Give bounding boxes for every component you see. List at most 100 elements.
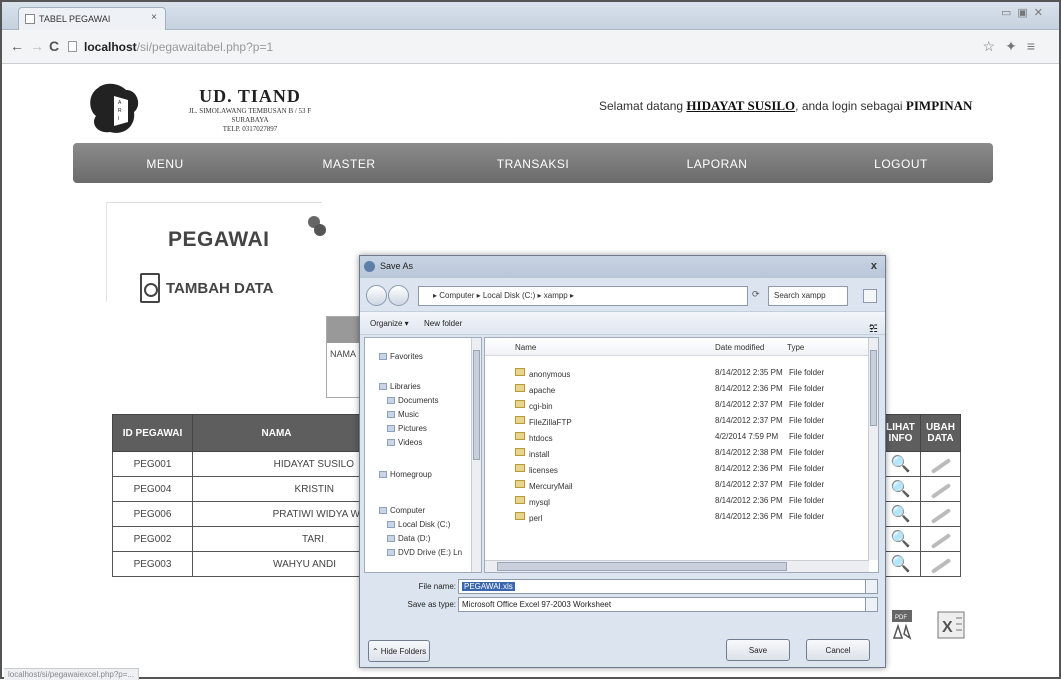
nav-documents[interactable]: Documents	[387, 396, 438, 405]
action-row: 🔍	[880, 501, 961, 527]
dialog-search-input[interactable]: Search xampp	[768, 286, 848, 306]
employee-table: ID PEGAWAI NAMA PEG001 HIDAYAT SUSILO PE…	[112, 414, 361, 577]
company-city: SURABAYA	[231, 116, 269, 124]
nav-libraries[interactable]: Libraries	[379, 382, 421, 391]
menu-item-transaksi[interactable]: TRANSAKSI	[441, 143, 625, 183]
search-go-icon[interactable]	[863, 289, 877, 303]
edit-pencil-icon[interactable]	[920, 451, 961, 477]
file-row[interactable]: mysql 8/14/2012 2:36 PM File folder	[485, 494, 869, 508]
menu-item-laporan[interactable]: LAPORAN	[625, 143, 809, 183]
menu-item-logout[interactable]: LOGOUT	[809, 143, 993, 183]
back-arrow-icon[interactable]: ←	[10, 38, 24, 54]
file-row[interactable]: apache 8/14/2012 2:36 PM File folder	[485, 382, 869, 396]
file-list-vscroll-thumb[interactable]	[870, 350, 877, 426]
minimize-icon[interactable]: ▭	[1001, 7, 1017, 19]
column-date[interactable]: Date modified	[715, 343, 764, 352]
organize-button[interactable]: Organize ▾	[370, 319, 409, 328]
action-header-row: LIHAT INFO UBAH DATA	[880, 414, 961, 452]
nav-computer[interactable]: Computer	[379, 506, 425, 515]
dialog-close-icon[interactable]: x	[871, 260, 877, 272]
save-type-select[interactable]: Microsoft Office Excel 97-2003 Worksheet	[458, 597, 878, 612]
nav-music[interactable]: Music	[387, 410, 419, 419]
nav-favorites[interactable]: Favorites	[379, 352, 423, 361]
search-panel: NAMA	[326, 316, 360, 398]
close-window-icon[interactable]: ✕	[1034, 7, 1049, 19]
dialog-buttons: ⌃ Hide Folders Save Cancel	[360, 628, 885, 668]
edit-pencil-icon[interactable]	[920, 551, 961, 577]
file-list-hscroll[interactable]	[485, 560, 869, 572]
file-row[interactable]: perl 8/14/2012 2:36 PM File folder	[485, 510, 869, 524]
cell-id: PEG001	[112, 451, 193, 477]
column-name[interactable]: Name	[515, 343, 536, 352]
file-name-input[interactable]: PEGAWAI.xls	[458, 579, 878, 594]
export-excel-icon[interactable]: X	[934, 608, 968, 644]
table-header-row: ID PEGAWAI NAMA	[112, 414, 361, 452]
file-list-vscroll[interactable]	[868, 338, 878, 560]
chevron-down-icon[interactable]	[865, 598, 877, 611]
view-info-icon[interactable]: 🔍	[880, 526, 921, 552]
window-controls[interactable]: ▭▣✕	[1001, 6, 1049, 19]
folder-icon	[515, 464, 525, 472]
cell-nama: PRATIWI WIDYA W	[192, 501, 361, 527]
svg-text:PDF: PDF	[895, 615, 907, 621]
folder-icon	[515, 368, 525, 376]
browser-tab[interactable]: TABEL PEGAWAI ×	[18, 7, 166, 30]
view-info-icon[interactable]: 🔍	[880, 551, 921, 577]
view-info-icon[interactable]: 🔍	[880, 476, 921, 502]
file-row[interactable]: MercuryMail 8/14/2012 2:37 PM File folder	[485, 478, 869, 492]
new-folder-button[interactable]: New folder	[424, 319, 462, 328]
view-info-icon[interactable]: 🔍	[880, 451, 921, 477]
nav-local-disk[interactable]: Local Disk (C:)	[387, 520, 450, 529]
nav-scroll-thumb[interactable]	[473, 350, 480, 460]
export-pdf-icon[interactable]: PDF	[888, 608, 922, 644]
nav-pictures[interactable]: Pictures	[387, 424, 427, 433]
tab-close-icon[interactable]: ×	[151, 12, 157, 23]
page-icon	[68, 41, 77, 52]
edit-pencil-icon[interactable]	[920, 501, 961, 527]
nav-scrollbar[interactable]	[471, 338, 481, 572]
star-icon[interactable]: ☆	[983, 38, 1006, 54]
dvd-icon	[387, 549, 395, 556]
menu-item-master[interactable]: MASTER	[257, 143, 441, 183]
reload-icon[interactable]: C	[49, 38, 59, 54]
browser-toolbar: ← → C localhost/si/pegawaitabel.php?p=1 …	[2, 30, 1059, 64]
file-list-hscroll-thumb[interactable]	[497, 562, 787, 571]
view-info-icon[interactable]: 🔍	[880, 501, 921, 527]
dialog-breadcrumb[interactable]: ▸ Computer ▸ Local Disk (C:) ▸ xampp ▸	[418, 286, 748, 306]
edit-pencil-icon[interactable]	[920, 476, 961, 502]
refresh-icon[interactable]: ⟳	[752, 289, 760, 300]
chevron-down-icon[interactable]	[865, 580, 877, 593]
file-row[interactable]: install 8/14/2012 2:38 PM File folder	[485, 446, 869, 460]
file-row[interactable]: FileZillaFTP 8/14/2012 2:37 PM File folder	[485, 414, 869, 428]
dialog-titlebar[interactable]: Save As x	[360, 256, 885, 278]
menu-item-menu[interactable]: MENU	[73, 143, 257, 183]
forward-arrow-icon[interactable]: →	[30, 38, 44, 54]
add-data-button[interactable]: TAMBAH DATA	[140, 270, 273, 306]
column-type[interactable]: Type	[787, 343, 804, 352]
back-circle-icon[interactable]	[366, 285, 387, 306]
file-row[interactable]: htdocs 4/2/2014 7:59 PM File folder	[485, 430, 869, 444]
cell-nama: WAHYU ANDI	[192, 551, 361, 577]
welcome-user[interactable]: HIDAYAT SUSILO	[686, 98, 795, 113]
maximize-icon[interactable]: ▣	[1017, 7, 1033, 19]
url-host: localhost	[84, 40, 137, 54]
extension-icon[interactable]: ✦	[1005, 38, 1027, 54]
nav-dvd-drive[interactable]: DVD Drive (E:) Ln	[387, 548, 462, 557]
nav-data-drive[interactable]: Data (D:)	[387, 534, 430, 543]
address-bar[interactable]: localhost/si/pegawaitabel.php?p=1	[64, 35, 964, 59]
edit-pencil-icon[interactable]	[920, 526, 961, 552]
nav-videos[interactable]: Videos	[387, 438, 422, 447]
action-columns: LIHAT INFO UBAH DATA 🔍 🔍 🔍 🔍 🔍	[880, 414, 961, 577]
hide-folders-button[interactable]: ⌃ Hide Folders	[368, 640, 430, 662]
menu-icon[interactable]: ≡	[1027, 38, 1045, 54]
forward-circle-icon[interactable]	[388, 285, 409, 306]
nav-homegroup[interactable]: Homegroup	[379, 470, 432, 479]
file-row[interactable]: cgi-bin 8/14/2012 2:37 PM File folder	[485, 398, 869, 412]
cell-id: PEG006	[112, 501, 193, 527]
cancel-button[interactable]: Cancel	[806, 639, 870, 661]
file-row[interactable]: anonymous 8/14/2012 2:35 PM File folder	[485, 366, 869, 380]
file-row[interactable]: licenses 8/14/2012 2:36 PM File folder	[485, 462, 869, 476]
save-button[interactable]: Save	[726, 639, 790, 661]
help-icon[interactable]: ?	[869, 324, 878, 335]
dialog-nav-pane: Favorites Libraries Documents Music Pict…	[364, 337, 482, 573]
